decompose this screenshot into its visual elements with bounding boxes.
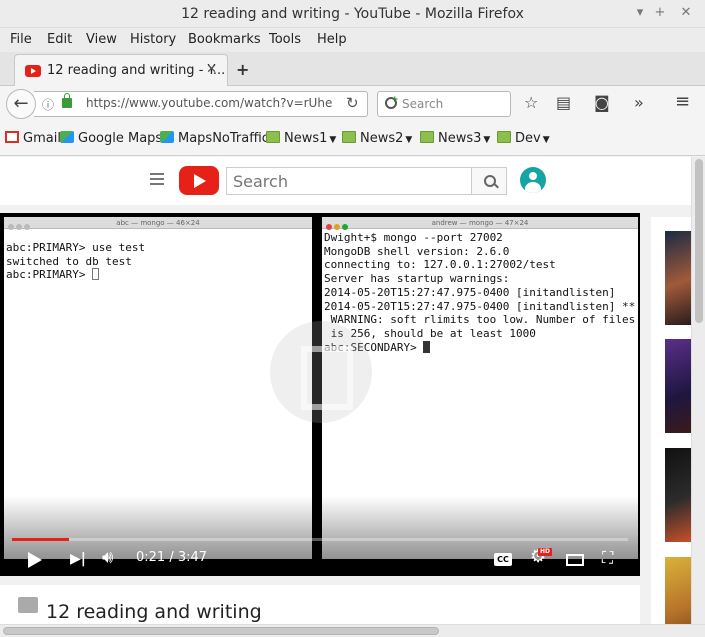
- folder-icon: [497, 131, 511, 143]
- terminal-cursor: [423, 340, 431, 353]
- terminal-line: switched to db test: [6, 254, 132, 268]
- guide-menu-icon[interactable]: [150, 173, 164, 185]
- bookmark-mapsnotraffic[interactable]: MapsNoTraffic: [160, 131, 269, 146]
- terminal-line: connecting to: 127.0.0.1:27002/test: [324, 258, 556, 272]
- terminal-line: Dwight+$ mongo --port 27002: [324, 231, 503, 244]
- folder-icon: [266, 131, 280, 143]
- tab-strip: 12 reading and writing - Y... ✕ +: [0, 52, 705, 86]
- volume-icon[interactable]: 🔊︎: [102, 547, 113, 568]
- tab-close-icon[interactable]: ✕: [206, 62, 217, 77]
- site-info-icon[interactable]: ⓘ: [42, 96, 54, 113]
- maps-icon: [160, 131, 174, 143]
- gmail-icon: [5, 131, 19, 143]
- terminal-line: 2014-05-20T15:27:47.975-0400 [initandlis…: [324, 285, 616, 299]
- terminal-line: abc:PRIMARY>: [6, 268, 93, 282]
- bookmark-folder-dev[interactable]: Dev ▼: [497, 131, 550, 146]
- bookmark-gmail[interactable]: Gmail: [5, 131, 61, 146]
- related-videos: [651, 217, 691, 624]
- unlisted-lock-icon: [18, 597, 38, 613]
- back-button[interactable]: ←: [6, 89, 36, 119]
- terminal-cursor: [92, 268, 100, 281]
- menu-tools[interactable]: Tools: [269, 32, 301, 47]
- youtube-favicon-icon: [25, 65, 41, 77]
- window-title: 12 reading and writing - YouTube - Mozil…: [181, 6, 524, 22]
- youtube-search-input[interactable]: [227, 168, 467, 194]
- related-thumbnail[interactable]: [665, 231, 691, 325]
- youtube-search-field[interactable]: [226, 167, 472, 195]
- close-icon[interactable]: ✕: [678, 5, 694, 21]
- secure-lock-icon: [62, 93, 72, 108]
- horizontal-scroll-thumb[interactable]: [3, 627, 439, 635]
- paused-overlay-icon: [270, 321, 372, 423]
- menu-help[interactable]: Help: [317, 32, 347, 47]
- menu-bookmarks[interactable]: Bookmarks: [188, 32, 261, 47]
- reload-icon[interactable]: ↻: [346, 94, 359, 112]
- bookmark-folder-news3[interactable]: News3 ▼: [420, 131, 490, 146]
- youtube-header: [0, 157, 691, 205]
- video-player[interactable]: abc — mongo — 46×24 abc:PRIMARY> use tes…: [0, 213, 640, 576]
- new-tab-icon[interactable]: +: [236, 60, 249, 79]
- bookmark-google-maps[interactable]: Google Maps: [60, 131, 162, 146]
- terminal-line: 2014-05-20T15:27:47.975-0400 [initandlis…: [324, 299, 636, 313]
- fullscreen-icon[interactable]: ⛶: [602, 548, 613, 568]
- captions-icon[interactable]: CC: [494, 553, 512, 566]
- menu-bar: File Edit View History Bookmarks Tools H…: [0, 28, 705, 52]
- maximize-icon[interactable]: +: [652, 5, 668, 21]
- video-progress-played: [12, 538, 69, 541]
- hamburger-menu-icon[interactable]: ≡: [675, 91, 690, 112]
- menu-history[interactable]: History: [130, 32, 176, 47]
- bookmark-star-icon[interactable]: ☆: [524, 93, 538, 112]
- reading-list-icon[interactable]: ▤: [556, 93, 571, 112]
- youtube-logo-icon[interactable]: [179, 166, 219, 195]
- time-display: 0:21 / 3:47: [136, 550, 208, 565]
- folder-icon: [342, 131, 356, 143]
- horizontal-scrollbar[interactable]: [0, 624, 705, 637]
- folder-icon: [420, 131, 434, 143]
- search-bar[interactable]: Search: [377, 91, 511, 117]
- account-avatar[interactable]: [520, 167, 546, 193]
- related-thumbnail[interactable]: [665, 448, 691, 542]
- minimize-icon[interactable]: ▾: [632, 5, 648, 21]
- tab-label: 12 reading and writing - Y...: [47, 63, 226, 78]
- title-bar: 12 reading and writing - YouTube - Mozil…: [0, 0, 705, 28]
- firefox-window: 12 reading and writing - YouTube - Mozil…: [0, 0, 705, 637]
- menu-file[interactable]: File: [10, 32, 32, 47]
- video-info: 12 reading and writing: [0, 585, 640, 624]
- play-icon[interactable]: [28, 552, 42, 568]
- search-engine-icon: [385, 95, 399, 109]
- bookmark-folder-news1[interactable]: News1 ▼: [266, 131, 336, 146]
- right-terminal-title: andrew — mongo — 47×24: [431, 219, 529, 227]
- left-terminal-title: abc — mongo — 46×24: [116, 219, 200, 227]
- hd-badge: HD: [538, 548, 552, 556]
- next-video-icon[interactable]: ▶|: [70, 551, 86, 567]
- menu-view[interactable]: View: [86, 32, 117, 47]
- tab-youtube[interactable]: 12 reading and writing - Y... ✕: [14, 54, 228, 86]
- terminal-line: MongoDB shell version: 2.6.0: [324, 244, 510, 258]
- navigation-bar: ⓘ https://www.youtube.com/watch?v=rUhe ↻…: [0, 86, 705, 122]
- terminal-line: abc:PRIMARY> use test: [6, 241, 146, 254]
- overflow-chevron-icon[interactable]: »: [634, 93, 644, 112]
- related-thumbnail[interactable]: [665, 557, 691, 624]
- youtube-search-button[interactable]: [471, 167, 507, 195]
- menu-edit[interactable]: Edit: [47, 32, 72, 47]
- bookmarks-toolbar: Gmail Google Maps MapsNoTraffic News1 ▼ N…: [0, 122, 705, 156]
- terminal-line: WARNING: soft rlimits too low. Number of…: [324, 313, 636, 327]
- maps-icon: [60, 131, 74, 143]
- url-bar[interactable]: ⓘ https://www.youtube.com/watch?v=rUhe ↻: [34, 91, 368, 117]
- bookmark-folder-news2[interactable]: News2 ▼: [342, 131, 412, 146]
- pocket-icon[interactable]: ◙: [594, 93, 610, 112]
- related-thumbnail[interactable]: [665, 339, 691, 433]
- vertical-scroll-thumb[interactable]: [695, 159, 703, 323]
- terminal-line: Server has startup warnings:: [324, 272, 510, 286]
- url-text[interactable]: https://www.youtube.com/watch?v=rUhe: [86, 96, 342, 110]
- video-progress-bar[interactable]: [12, 538, 628, 541]
- theater-mode-icon[interactable]: [566, 554, 584, 566]
- page-content: abc — mongo — 46×24 abc:PRIMARY> use tes…: [0, 157, 691, 624]
- vertical-scrollbar[interactable]: [691, 157, 705, 624]
- video-title: 12 reading and writing: [46, 601, 262, 623]
- search-placeholder: Search: [402, 97, 444, 111]
